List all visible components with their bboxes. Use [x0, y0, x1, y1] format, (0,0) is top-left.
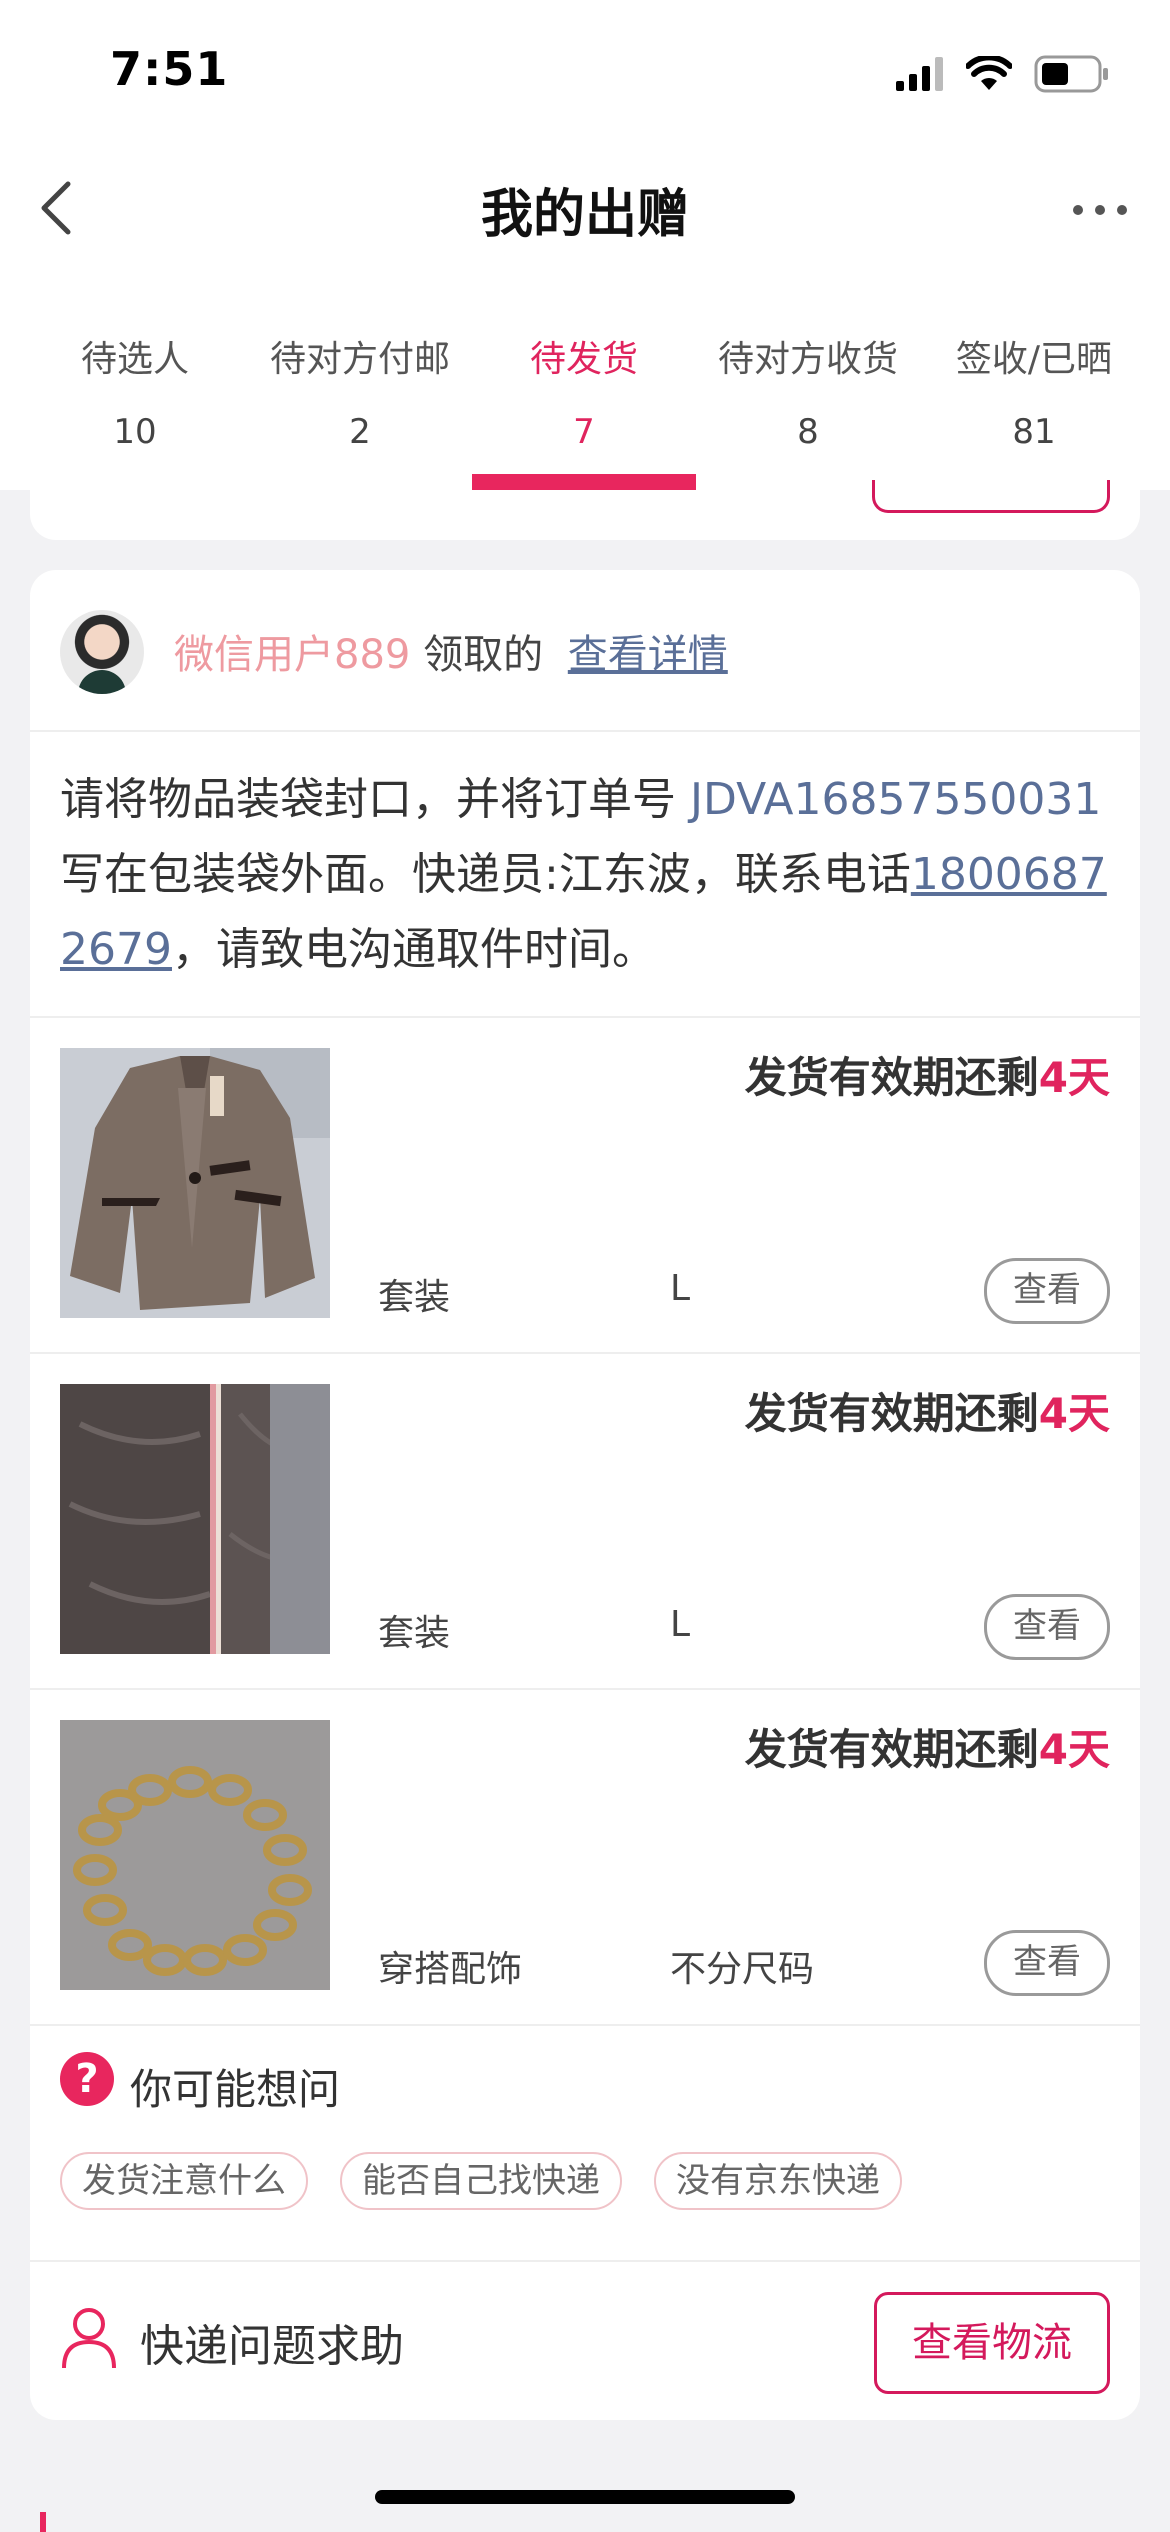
tab-await-receipt[interactable]: 待对方收货 8	[718, 300, 898, 490]
previous-order-card	[30, 480, 1140, 540]
faq-chips: 发货注意什么 能否自己找快递 没有京东快递	[60, 2152, 902, 2210]
ship-deadline: 发货有效期还剩4天	[745, 1716, 1110, 1777]
faq-section: ? 你可能想问 发货注意什么 能否自己找快递 没有京东快递	[30, 2010, 1140, 2262]
tab-signed[interactable]: 签收/已晒 81	[898, 300, 1170, 490]
question-icon: ?	[60, 2052, 114, 2106]
courier-help-label[interactable]: 快递问题求助	[140, 2310, 404, 2374]
tab-count: 2	[349, 412, 371, 452]
previous-card-button[interactable]	[872, 480, 1110, 513]
deadline-label: 发货有效期还剩	[744, 1389, 1039, 1438]
item-size: L	[670, 1604, 691, 1645]
view-item-button[interactable]: 查看	[984, 1930, 1110, 1996]
wifi-icon	[966, 56, 1012, 90]
deadline-label: 发货有效期还剩	[744, 1725, 1039, 1774]
fabric-measure-photo[interactable]	[60, 1384, 330, 1654]
list-item: 发货有效期还剩4天 穿搭配饰 不分尺码 查看	[30, 1690, 1140, 2026]
avatar	[60, 610, 144, 694]
deadline-label: 发货有效期还剩	[744, 1053, 1039, 1102]
page-title: 我的出赠	[480, 185, 689, 245]
person-icon	[62, 2308, 116, 2369]
status-time: 7:51	[110, 42, 229, 96]
status-tabs: 待选人 10 待对方付邮 2 待发货 7 待对方收货 8 签收/已晒 81	[0, 300, 1170, 490]
tab-count: 81	[1012, 412, 1056, 452]
view-item-button[interactable]: 查看	[984, 1258, 1110, 1324]
faq-title: 你可能想问	[130, 2065, 341, 2114]
courier-help-row: 快递问题求助 查看物流	[30, 2262, 1140, 2420]
item-category: 套装	[378, 1613, 451, 1654]
tab-await-postage[interactable]: 待对方付邮 2	[270, 300, 450, 490]
instruction-pre: 请将物品装袋封口，并将订单号	[60, 774, 690, 825]
signal-icon	[896, 57, 943, 91]
instruction-post: ，请致电沟通取件时间。	[171, 924, 656, 975]
home-indicator[interactable]	[375, 2490, 795, 2504]
status-bar: 7:51	[0, 0, 1170, 150]
tab-count: 8	[797, 412, 819, 452]
recipient-row: 微信用户889 领取的 查看详情	[30, 570, 1140, 732]
tab-to-ship[interactable]: 待发货 7	[450, 300, 718, 490]
tab-label: 待选人	[80, 339, 189, 380]
item-category: 穿搭配饰	[378, 1949, 523, 1990]
ship-deadline: 发货有效期还剩4天	[745, 1380, 1110, 1441]
ship-deadline: 发货有效期还剩4天	[745, 1044, 1110, 1105]
deadline-days: 4天	[1038, 1389, 1110, 1438]
recipient-text: 微信用户889 领取的 查看详情	[174, 622, 728, 680]
battery-icon	[1034, 55, 1108, 93]
tab-label: 签收/已晒	[955, 339, 1113, 380]
view-item-button[interactable]: 查看	[984, 1594, 1110, 1660]
nav-header: 我的出赠	[0, 150, 1170, 300]
tab-to-select[interactable]: 待选人 10	[0, 300, 270, 490]
faq-chip[interactable]: 发货注意什么	[60, 2152, 308, 2210]
list-item: 发货有效期还剩4天 套装 L 查看	[30, 1018, 1140, 1354]
item-category: 套装	[378, 1277, 451, 1318]
status-icons	[896, 52, 1110, 96]
shipping-instruction: 请将物品装袋封口，并将订单号 JDVA16857550031 写在包装袋外面。快…	[60, 762, 1120, 987]
order-card: 微信用户889 领取的 查看详情 请将物品装袋封口，并将订单号 JDVA1685…	[30, 570, 1140, 2420]
tab-count: 10	[113, 412, 157, 452]
order-number: JDVA16857550031	[690, 774, 1102, 825]
list-item: 发货有效期还剩4天 套装 L 查看	[30, 1354, 1140, 1690]
tab-label: 待发货	[529, 339, 638, 380]
item-size: 不分尺码	[670, 1949, 815, 1990]
tab-label: 待对方收货	[718, 339, 899, 380]
deadline-days: 4天	[1038, 1053, 1110, 1102]
more-options-icon[interactable]	[1070, 200, 1130, 220]
received-label: 领取的	[423, 632, 544, 678]
recipient-name: 微信用户889	[174, 632, 411, 678]
instruction-mid: 写在包装袋外面。快递员:江东波，联系电话	[60, 849, 911, 900]
faq-chip[interactable]: 能否自己找快递	[340, 2152, 622, 2210]
deadline-days: 4天	[1038, 1725, 1110, 1774]
tab-underline	[472, 474, 696, 490]
faq-chip[interactable]: 没有京东快递	[654, 2152, 902, 2210]
next-card-accent	[40, 2512, 46, 2532]
view-details-link[interactable]: 查看详情	[568, 632, 728, 678]
tab-label: 待对方付邮	[270, 339, 451, 380]
tab-count: 7	[573, 412, 595, 452]
chain-necklace-photo[interactable]	[60, 1720, 330, 1990]
item-size: L	[670, 1268, 691, 1309]
jacket-photo[interactable]	[60, 1048, 330, 1318]
view-logistics-button[interactable]: 查看物流	[874, 2292, 1110, 2394]
